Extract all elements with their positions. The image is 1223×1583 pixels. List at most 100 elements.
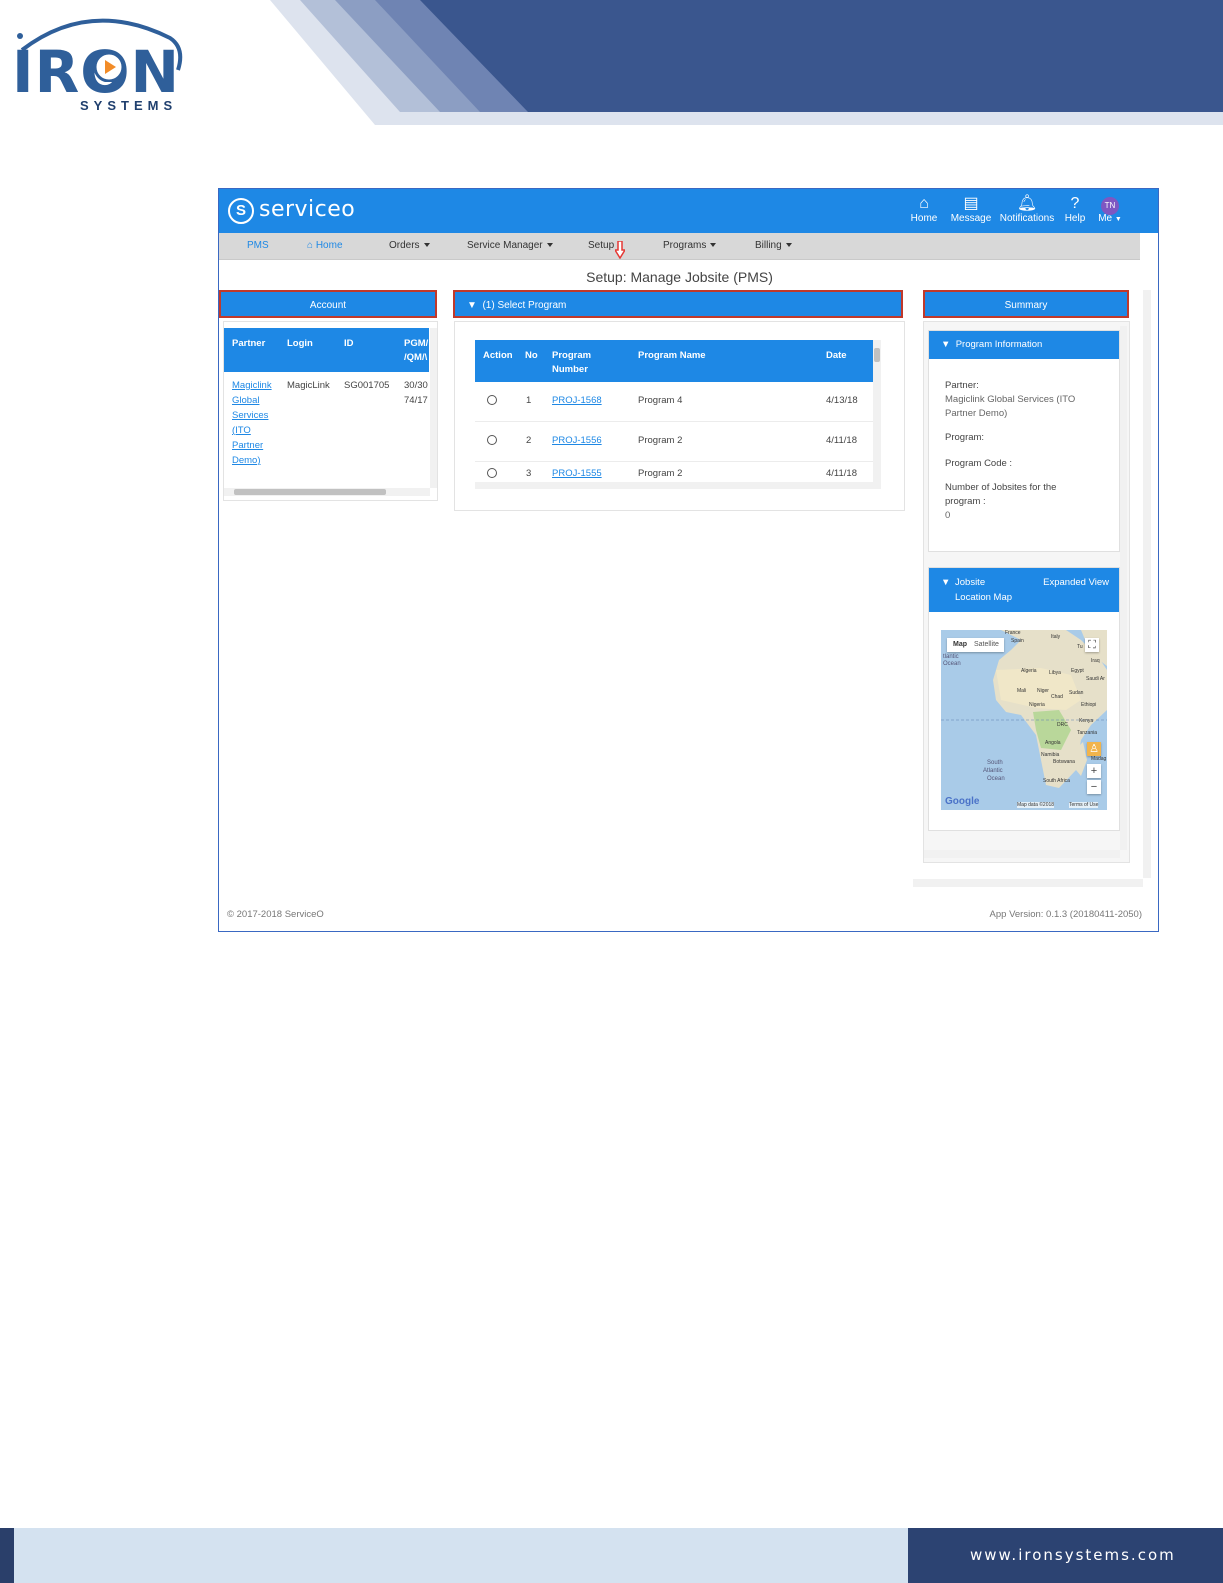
zoom-out-button[interactable]: − xyxy=(1087,780,1101,794)
program-information-header[interactable]: ▼ Program Information xyxy=(929,331,1119,359)
col-pgm[interactable]: PGM/ xyxy=(404,338,428,349)
partner-line[interactable]: (ITO xyxy=(232,423,272,438)
iron-systems-logo: IRON SYSTEMS xyxy=(10,8,190,113)
nav-home[interactable]: ⌂ Home xyxy=(307,240,343,251)
jobsite-location-map[interactable]: Map Satellite ⛶ ♙ + − France Spain Italy… xyxy=(941,630,1107,810)
select-program-panel-header[interactable]: ▼ (1) Select Program xyxy=(453,290,903,318)
top-home-label: Home xyxy=(910,213,938,224)
map-label: Nigeria xyxy=(1029,702,1045,708)
map-label: Saudi Ar xyxy=(1086,676,1105,682)
col-action[interactable]: Action xyxy=(483,350,513,361)
collapse-icon: ▼ xyxy=(941,577,951,588)
map-data-credit: Map data ©2018 xyxy=(1017,802,1055,808)
partner-line[interactable]: Magiclink xyxy=(232,378,272,393)
program-row[interactable]: 2 PROJ-1556 Program 2 4/11/18 xyxy=(475,422,873,462)
map-tab[interactable]: Map xyxy=(953,638,967,652)
satellite-tab[interactable]: Satellite xyxy=(974,638,999,652)
select-radio[interactable] xyxy=(487,468,497,478)
scroll-thumb[interactable] xyxy=(234,489,386,495)
nav-orders[interactable]: Orders xyxy=(389,240,430,251)
select-radio[interactable] xyxy=(487,435,497,445)
col-login[interactable]: Login xyxy=(287,338,313,349)
top-me-menu[interactable]: TN Me ▼ xyxy=(1095,195,1125,224)
expanded-view-link[interactable]: Expanded View xyxy=(1043,577,1109,588)
page-vertical-scrollbar[interactable] xyxy=(1143,290,1151,878)
program-row[interactable]: 3 PROJ-1555 Program 2 4/11/18 xyxy=(475,462,873,482)
map-label: Namibia xyxy=(1041,752,1060,758)
program-name: Program 2 xyxy=(638,468,683,479)
top-message-button[interactable]: ▤ Message xyxy=(949,195,993,224)
footer-url[interactable]: www.ironsystems.com xyxy=(970,1546,1176,1564)
nav-billing[interactable]: Billing xyxy=(755,240,792,251)
fullscreen-icon[interactable]: ⛶ xyxy=(1085,638,1099,652)
program-number-link[interactable]: PROJ-1568 xyxy=(552,395,602,406)
map-label: Madag xyxy=(1091,756,1107,762)
partner-line[interactable]: Demo) xyxy=(232,453,272,468)
nav-programs[interactable]: Programs xyxy=(663,240,717,251)
map-label: Ethiopi xyxy=(1081,702,1097,708)
home-icon: ⌂ xyxy=(307,240,316,251)
top-notifications-button[interactable]: 🔔︎ Notifications xyxy=(999,195,1055,224)
top-help-label: Help xyxy=(1064,213,1086,224)
chevron-down-icon: ▼ xyxy=(1114,216,1122,223)
nav-pms[interactable]: PMS xyxy=(247,240,269,251)
top-help-button[interactable]: ? Help xyxy=(1061,195,1089,224)
jobsite-map-header[interactable]: ▼ Jobsite Location Map Expanded View xyxy=(929,568,1119,612)
caret-down-icon xyxy=(785,243,792,248)
row-no: 2 xyxy=(526,435,532,446)
zoom-in-button[interactable]: + xyxy=(1087,764,1101,778)
google-logo: Google xyxy=(945,796,980,807)
summary-vertical-scrollbar[interactable] xyxy=(1120,326,1127,850)
summary-panel-header[interactable]: Summary xyxy=(923,290,1129,318)
col-qm[interactable]: /QM/\ xyxy=(404,352,427,363)
col-date[interactable]: Date xyxy=(826,350,847,361)
terms-of-use-link[interactable]: Terms of Use xyxy=(1069,802,1099,808)
program-code-label: Program Code : xyxy=(945,458,1013,469)
select-program-panel: Action No Program Number Program Name Da… xyxy=(454,321,905,511)
col-no[interactable]: No xyxy=(525,350,538,361)
map-label: Libya xyxy=(1049,670,1061,676)
program-date: 4/11/18 xyxy=(826,435,857,446)
col-partner[interactable]: Partner xyxy=(232,338,265,349)
program-vertical-scrollbar[interactable] xyxy=(873,340,881,482)
page-horizontal-scrollbar[interactable] xyxy=(913,879,1143,887)
map-type-toggle[interactable]: Map Satellite xyxy=(947,638,1004,652)
summary-horizontal-scrollbar[interactable] xyxy=(924,850,1120,858)
partner-label: Partner: xyxy=(945,380,979,391)
top-me-label: Me xyxy=(1098,213,1113,224)
account-vertical-scrollbar[interactable] xyxy=(430,328,437,488)
program-row[interactable]: 1 PROJ-1568 Program 4 4/13/18 xyxy=(475,382,873,422)
col-id[interactable]: ID xyxy=(344,338,354,349)
partner-line[interactable]: Partner xyxy=(232,438,272,453)
col-program-name[interactable]: Program Name xyxy=(638,350,706,361)
row-no: 1 xyxy=(526,395,532,406)
jobsites-count-value: 0 xyxy=(945,510,951,521)
help-icon: ? xyxy=(1070,195,1080,212)
street-view-pegman-icon[interactable]: ♙ xyxy=(1087,742,1101,756)
scroll-thumb[interactable] xyxy=(874,348,880,362)
logo-subtext: SYSTEMS xyxy=(80,98,178,113)
nav-service-manager[interactable]: Service Manager xyxy=(467,240,553,251)
footer-band xyxy=(14,1528,908,1583)
program-horizontal-scrollbar[interactable] xyxy=(475,482,881,489)
partner-line[interactable]: Services xyxy=(232,408,272,423)
top-home-button[interactable]: ⌂ Home xyxy=(909,195,939,224)
col-program-number[interactable]: Program xyxy=(552,350,591,361)
footer-accent xyxy=(0,1528,14,1583)
message-icon: ▤ xyxy=(963,195,979,212)
account-horizontal-scrollbar[interactable] xyxy=(224,488,430,496)
map-label: Kenya xyxy=(1079,718,1094,724)
jobsites-count-label: Number of Jobsites for the xyxy=(945,482,1057,493)
collapse-icon: ▼ xyxy=(941,339,951,350)
partner-link[interactable]: Magiclink Global Services (ITO Partner D… xyxy=(232,378,272,468)
map-label: DRC xyxy=(1057,722,1068,728)
account-panel-header[interactable]: Account xyxy=(219,290,437,318)
map-label: Tanzania xyxy=(1077,730,1098,736)
partner-line[interactable]: Global xyxy=(232,393,272,408)
select-radio[interactable] xyxy=(487,395,497,405)
row-no: 3 xyxy=(526,468,532,479)
program-number-link[interactable]: PROJ-1555 xyxy=(552,468,602,479)
nav-setup[interactable]: Setup xyxy=(588,240,614,251)
program-number-link[interactable]: PROJ-1556 xyxy=(552,435,602,446)
account-id: SG001705 xyxy=(344,380,390,391)
